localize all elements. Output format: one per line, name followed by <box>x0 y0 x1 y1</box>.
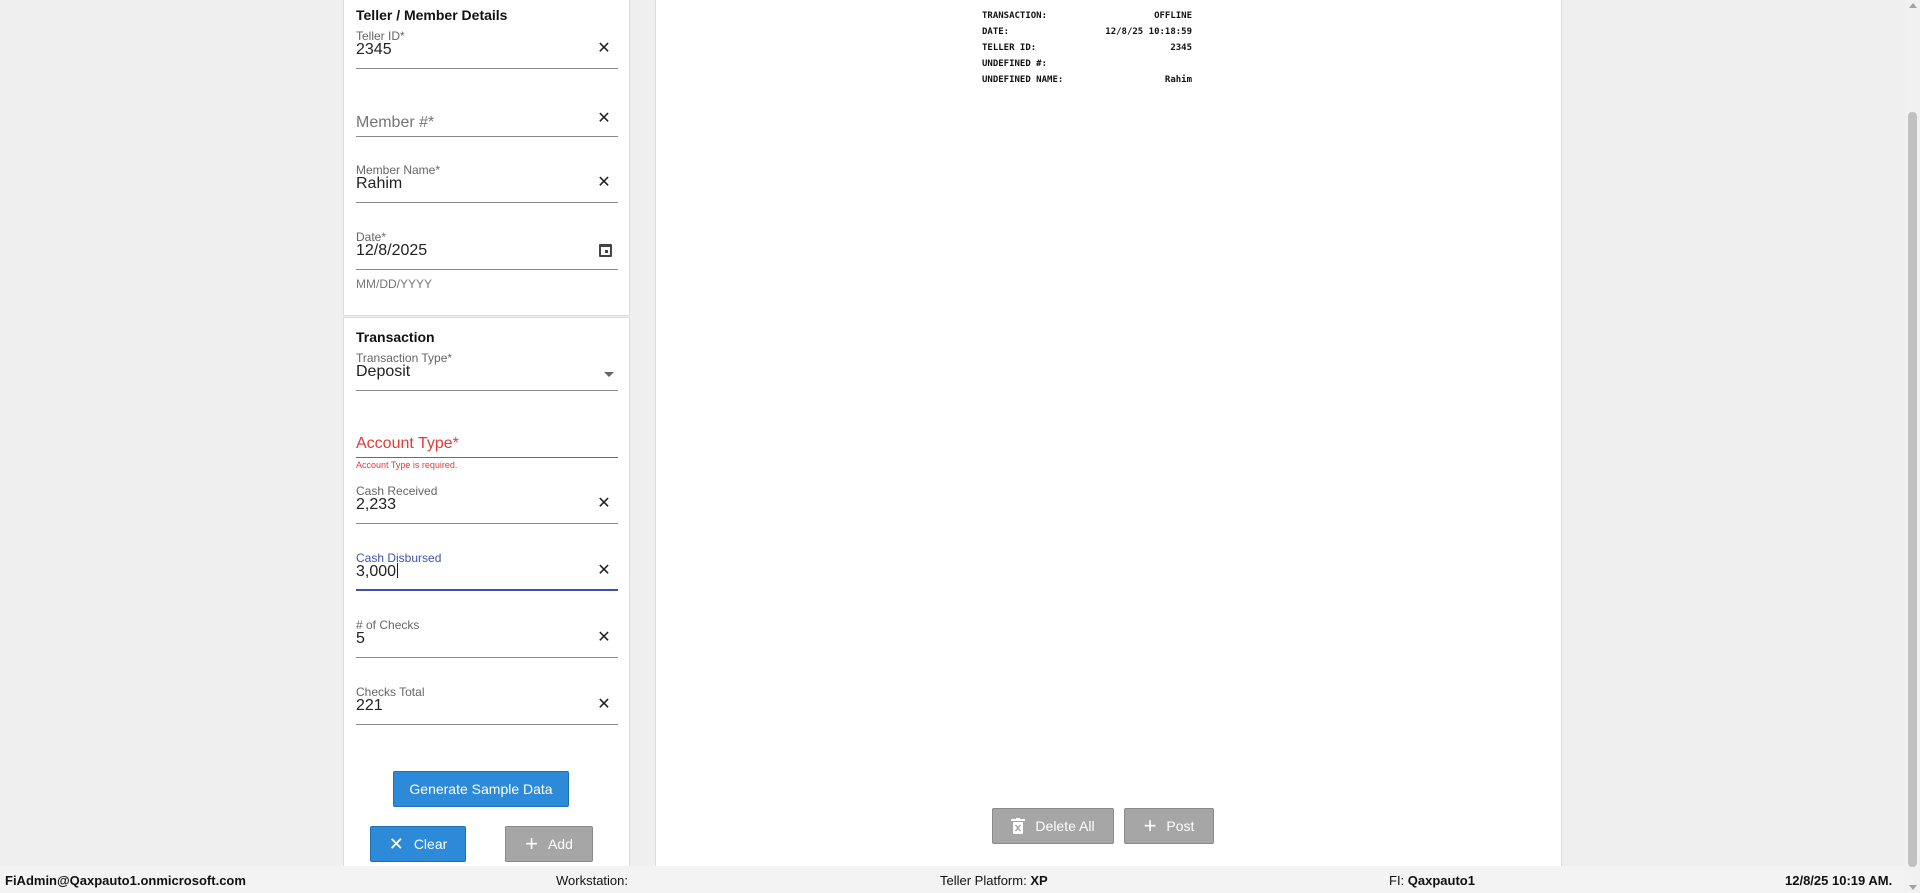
status-fi: FI: Qaxpauto1 <box>1389 873 1475 888</box>
chevron-down-icon[interactable] <box>604 372 614 377</box>
generate-sample-data-button[interactable]: Generate Sample Data <box>393 771 569 807</box>
receipt-row-value: 12/8/25 10:18:59 <box>1105 27 1192 37</box>
plus-icon: + <box>525 831 538 856</box>
receipt-row-label: DATE: <box>982 27 1010 37</box>
teller-member-details-card: Teller / Member Details Teller ID* 2345 … <box>343 0 630 316</box>
teller-id-field[interactable]: Teller ID* 2345 ✕ <box>356 29 618 69</box>
receipt-row-value: Rahim <box>1164 75 1192 85</box>
status-platform-label: Teller Platform: <box>940 873 1027 888</box>
close-icon[interactable]: ✕ <box>596 175 612 191</box>
transaction-type-select[interactable]: Transaction Type* Deposit <box>356 351 618 391</box>
close-icon[interactable]: ✕ <box>596 41 612 57</box>
status-user: FiAdmin@Qaxpauto1.onmicrosoft.com <box>5 873 246 888</box>
status-workstation: Workstation: <box>556 873 628 888</box>
receipt-row: UNDEFINED #: <box>982 58 1192 74</box>
number-of-checks-field[interactable]: # of Checks 5 ✕ <box>356 618 618 658</box>
date-format-hint: MM/DD/YYYY <box>356 277 433 291</box>
plus-icon: + <box>1143 813 1157 838</box>
receipt-preview-panel: TRANSACTION: OFFLINE DATE: 12/8/25 10:18… <box>655 0 1562 866</box>
receipt-row-value: OFFLINE <box>1154 11 1192 21</box>
number-of-checks-value[interactable]: 5 <box>356 630 365 648</box>
post-button[interactable]: + Post <box>1124 808 1214 844</box>
delete-all-button[interactable]: Delete All <box>992 808 1114 844</box>
scroll-down-arrow-icon[interactable] <box>1909 885 1917 890</box>
status-platform: Teller Platform: XP <box>940 873 1048 888</box>
transaction-type-value[interactable]: Deposit <box>356 363 410 381</box>
close-icon[interactable]: ✕ <box>596 563 612 579</box>
receipt-row: TRANSACTION: OFFLINE <box>982 10 1192 26</box>
status-bar: FiAdmin@Qaxpauto1.onmicrosoft.com Workst… <box>0 866 1905 893</box>
status-fi-label: FI: <box>1389 873 1405 888</box>
receipt-row-label: UNDEFINED NAME: <box>982 75 1064 85</box>
account-type-placeholder: Account Type* <box>356 435 459 452</box>
teller-member-details-title: Teller / Member Details <box>356 7 508 23</box>
checks-total-value[interactable]: 221 <box>356 697 383 715</box>
cash-disbursed-input[interactable]: 3,000 <box>356 563 399 581</box>
clear-button[interactable]: ✕ Clear <box>370 826 466 862</box>
status-platform-value: XP <box>1030 873 1048 888</box>
receipt-row-label: TRANSACTION: <box>982 11 1048 21</box>
post-button-label: Post <box>1166 818 1195 834</box>
cash-received-value[interactable]: 2,233 <box>356 496 396 514</box>
add-button[interactable]: + Add <box>505 826 593 862</box>
cash-disbursed-field[interactable]: Cash Disbursed 3,000 ✕ <box>356 551 618 591</box>
text-cursor <box>397 563 399 578</box>
transaction-form-panel: Teller / Member Details Teller ID* 2345 … <box>343 0 630 866</box>
generate-sample-data-label: Generate Sample Data <box>409 781 553 797</box>
scrollbar-thumb[interactable] <box>1908 112 1917 867</box>
add-button-label: Add <box>547 836 573 852</box>
close-icon[interactable]: ✕ <box>596 111 612 127</box>
account-type-error: Account Type is required. <box>356 460 458 470</box>
receipt-row-value: 2345 <box>1170 43 1192 53</box>
clear-button-label: Clear <box>413 836 448 852</box>
receipt-preview: TRANSACTION: OFFLINE DATE: 12/8/25 10:18… <box>982 10 1192 90</box>
close-icon[interactable]: ✕ <box>596 496 612 512</box>
date-value[interactable]: 12/8/2025 <box>356 242 427 260</box>
account-type-select[interactable]: Account Type* <box>356 418 618 458</box>
page-scrollbar[interactable] <box>1905 0 1920 893</box>
receipt-row: UNDEFINED NAME: Rahim <box>982 74 1192 90</box>
transaction-title: Transaction <box>356 329 435 345</box>
teller-id-value[interactable]: 2345 <box>356 41 392 59</box>
trash-icon <box>1011 818 1026 834</box>
receipt-row: TELLER ID: 2345 <box>982 42 1192 58</box>
member-name-value[interactable]: Rahim <box>356 175 402 193</box>
receipt-row: DATE: 12/8/25 10:18:59 <box>982 26 1192 42</box>
cash-received-field[interactable]: Cash Received 2,233 ✕ <box>356 484 618 524</box>
cash-disbursed-value[interactable]: 3,000 <box>356 563 396 580</box>
status-fi-value: Qaxpauto1 <box>1407 873 1475 888</box>
receipt-row-label: UNDEFINED #: <box>982 59 1048 69</box>
checks-total-field[interactable]: Checks Total 221 ✕ <box>356 685 618 725</box>
status-workstation-label: Workstation: <box>556 873 629 888</box>
receipt-row-label: TELLER ID: <box>982 43 1037 53</box>
member-name-field[interactable]: Member Name* Rahim ✕ <box>356 163 618 203</box>
date-field[interactable]: Date* 12/8/2025 <box>356 230 618 270</box>
status-datetime: 12/8/25 10:19 AM. <box>1785 873 1893 888</box>
close-icon[interactable]: ✕ <box>596 630 612 646</box>
member-number-placeholder: Member #* <box>356 114 435 131</box>
close-icon: ✕ <box>388 834 404 854</box>
scroll-up-arrow-icon[interactable] <box>1909 3 1917 8</box>
delete-all-label: Delete All <box>1035 818 1095 834</box>
member-number-field[interactable]: Member #* ✕ <box>356 97 618 137</box>
number-of-checks-label: # of Checks <box>356 618 420 632</box>
close-icon[interactable]: ✕ <box>596 697 612 713</box>
transaction-card: Transaction Transaction Type* Deposit Ac… <box>343 317 630 866</box>
calendar-icon[interactable] <box>599 244 612 257</box>
